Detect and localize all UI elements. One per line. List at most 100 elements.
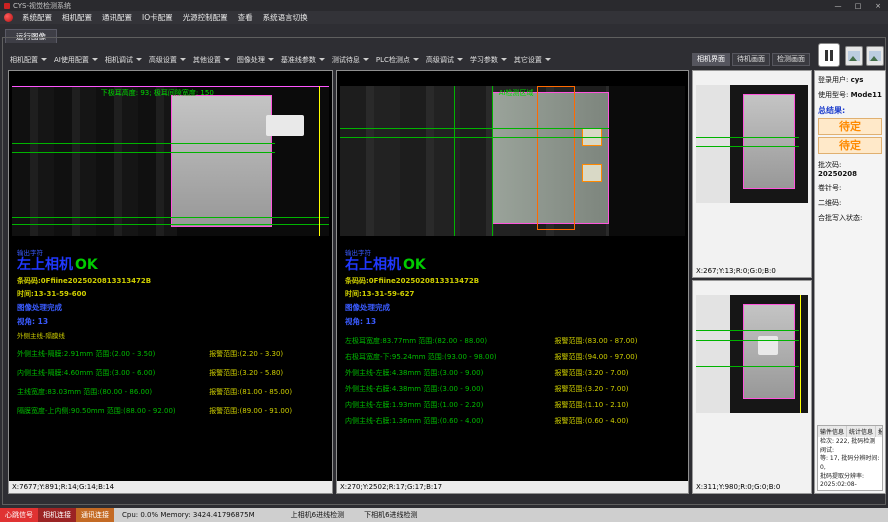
heartbeat-indicator: 心跳信号 xyxy=(0,508,38,522)
measure-line xyxy=(12,152,275,153)
right-angle: 视角: 13 xyxy=(345,316,683,327)
tab-standby-view[interactable]: 待机画面 xyxy=(732,53,770,66)
chevron-down-icon xyxy=(363,58,369,61)
measure-line xyxy=(492,86,493,236)
maximize-button[interactable]: □ xyxy=(852,2,864,10)
left-time: 时间:13-31-59-600 xyxy=(17,289,327,299)
measure-line xyxy=(696,366,799,367)
stats-tab-output[interactable]: 输件信息 xyxy=(818,426,847,437)
measure-line xyxy=(696,137,799,138)
right-result-title: 右上相机OK xyxy=(345,257,683,273)
upper-camera-status: 上相机6进线检测 xyxy=(286,508,349,522)
chevron-down-icon xyxy=(92,58,98,61)
output-label: 输出字符 xyxy=(17,247,327,257)
small-camera-image xyxy=(696,85,808,203)
part-outline xyxy=(171,95,272,227)
small-top-pixel-coords: X:267;Y:13;R:0;G:0;B:0 xyxy=(693,265,811,277)
small-view-top: X:267;Y:13;R:0;G:0;B:0 xyxy=(692,70,812,278)
tool-misc-settings[interactable]: 其它设置 xyxy=(514,55,551,65)
tool-baseline-params[interactable]: 基准线参数 xyxy=(281,55,325,65)
right-barcode: 条码码:0Ffiine2025020813313472B xyxy=(345,276,683,286)
toolbar: 相机配置 AI使用配置 相机调试 高级设置 其他设置 图像处理 基准线参数 测试… xyxy=(10,53,551,66)
menu-item-view[interactable]: 查看 xyxy=(233,11,258,24)
merge-status-label: 合批写入状态: xyxy=(818,214,862,222)
model-row: 使用型号: Mode11 xyxy=(818,90,882,100)
tab-camera-view[interactable]: 相机界面 xyxy=(692,53,730,66)
status-bar: 心跳信号 相机连接 通讯连接 Cpu: 0.0% Memory: 3424.41… xyxy=(0,508,888,522)
tool-camera-config[interactable]: 相机配置 xyxy=(10,55,47,65)
needle-row: 卷针号: xyxy=(818,183,882,193)
tool-plc-points[interactable]: PLC检测点 xyxy=(376,55,419,65)
side-info-panel: 登录用户: cys 使用型号: Mode11 总结果: 待定 待定 批次码: 2… xyxy=(814,70,886,494)
model-label: 使用型号: xyxy=(818,91,848,99)
left-camera-panel: 下极耳高度: 93; 极耳间隙宽度: 150 输出字符 左上相机OK 条码码:0… xyxy=(8,70,333,494)
small-view-tabs: 相机界面 待机画面 检测画面 xyxy=(692,53,810,66)
small-bottom-pixel-coords: X:311;Y:980;R:0;G:0;B:0 xyxy=(693,481,811,493)
measurement-row: 隔膜宽度-上内侧:90.50mm 范围:(88.00 - 92.00)报警范围:… xyxy=(17,406,327,416)
chevron-down-icon xyxy=(224,58,230,61)
pause-icon xyxy=(825,50,828,61)
image-icon xyxy=(869,51,881,61)
tool-ai-config[interactable]: AI使用配置 xyxy=(54,55,98,65)
chevron-down-icon xyxy=(501,58,507,61)
measure-line xyxy=(696,146,799,147)
overlay-line-yellow xyxy=(319,86,320,236)
window-controls: — □ × xyxy=(832,2,884,10)
pause-button[interactable] xyxy=(818,43,840,67)
measure-line xyxy=(454,86,455,236)
tool-advanced-debug[interactable]: 高级调试 xyxy=(426,55,463,65)
right-camera-image: AI检测区域 xyxy=(340,86,685,236)
output-label: 输出字符 xyxy=(345,247,683,257)
menu-item-io-config[interactable]: IO卡配置 xyxy=(137,11,178,24)
measure-line xyxy=(12,224,329,225)
stats-tab-alarm[interactable]: 报警信息 xyxy=(876,426,883,437)
measurement-row: 内侧主线-右膜:1.36mm 范围:(0.60 - 4.00)报警范围:(0.6… xyxy=(345,416,683,426)
menu-item-camera-config[interactable]: 相机配置 xyxy=(57,11,97,24)
tool-camera-debug[interactable]: 相机调试 xyxy=(105,55,142,65)
comm-connect-indicator: 通讯连接 xyxy=(76,508,114,522)
tool-advanced-settings[interactable]: 高级设置 xyxy=(149,55,186,65)
menu-item-language[interactable]: 系统语言切换 xyxy=(258,11,313,24)
chevron-down-icon xyxy=(268,58,274,61)
close-button[interactable]: × xyxy=(872,2,884,10)
result-badge-1: 待定 xyxy=(818,118,882,135)
qr-row: 二维码: xyxy=(818,198,882,208)
menu-item-comm-config[interactable]: 通讯配置 xyxy=(97,11,137,24)
chevron-down-icon xyxy=(319,58,325,61)
merge-row: 合批写入状态: xyxy=(818,213,882,223)
app-logo-icon xyxy=(4,13,13,22)
left-note: 外侧主线-隔膜线 xyxy=(17,330,327,340)
measure-line xyxy=(12,217,329,218)
tab-row: 运行图像 xyxy=(0,24,888,38)
measurement-row: 外侧主线-左膜:4.38mm 范围:(3.00 - 9.00)报警范围:(3.2… xyxy=(345,368,683,378)
total-result-label: 总结果: xyxy=(818,105,882,116)
lower-camera-status: 下相机6进线检测 xyxy=(359,508,422,522)
tool-learning-params[interactable]: 学习参数 xyxy=(470,55,507,65)
left-result-title: 左上相机OK xyxy=(17,257,327,273)
measurement-row: 外侧主线-隔膜:2.91mm 范围:(2.00 - 3.50)报警范围:(2.2… xyxy=(17,349,327,359)
part-outline xyxy=(743,94,795,188)
tool-other-settings[interactable]: 其他设置 xyxy=(193,55,230,65)
left-overlay-text: 下极耳高度: 93; 极耳间隙宽度: 150 xyxy=(101,88,214,98)
measurement-row: 内侧主线-左膜:1.93mm 范围:(1.00 - 2.20)报警范围:(1.1… xyxy=(345,400,683,410)
menu-item-light-config[interactable]: 光源控制配置 xyxy=(178,11,233,24)
right-result-block: 输出字符 右上相机OK 条码码:0Ffiine2025020813313472B… xyxy=(345,247,683,432)
tool-image-process[interactable]: 图像处理 xyxy=(237,55,274,65)
measure-line xyxy=(340,137,609,138)
image-icon xyxy=(848,51,860,61)
tool-test-info[interactable]: 测试待息 xyxy=(332,55,369,65)
measure-line xyxy=(696,340,799,341)
connector-blob xyxy=(266,115,304,136)
chevron-down-icon xyxy=(180,58,186,61)
left-angle: 视角: 13 xyxy=(17,316,327,327)
left-barcode: 条码码:0Ffiine2025020813313472B xyxy=(17,276,327,286)
stats-box: 输件信息 统计信息 报警信息 检次: 222, 批码检测阀试: 等: 17, 批… xyxy=(817,425,883,491)
minimize-button[interactable]: — xyxy=(832,2,844,10)
snapshot-button-2[interactable] xyxy=(866,46,884,66)
stats-tab-statistics[interactable]: 统计信息 xyxy=(847,426,876,437)
snapshot-button-1[interactable] xyxy=(845,46,863,66)
tab-detect-view[interactable]: 检测画面 xyxy=(772,53,810,66)
measurement-row: 主线宽度:83.03mm 范围:(80.00 - 86.00)报警范围:(81.… xyxy=(17,387,327,397)
overlay-line-yellow xyxy=(800,295,801,413)
menu-item-system-config[interactable]: 系统配置 xyxy=(17,11,57,24)
